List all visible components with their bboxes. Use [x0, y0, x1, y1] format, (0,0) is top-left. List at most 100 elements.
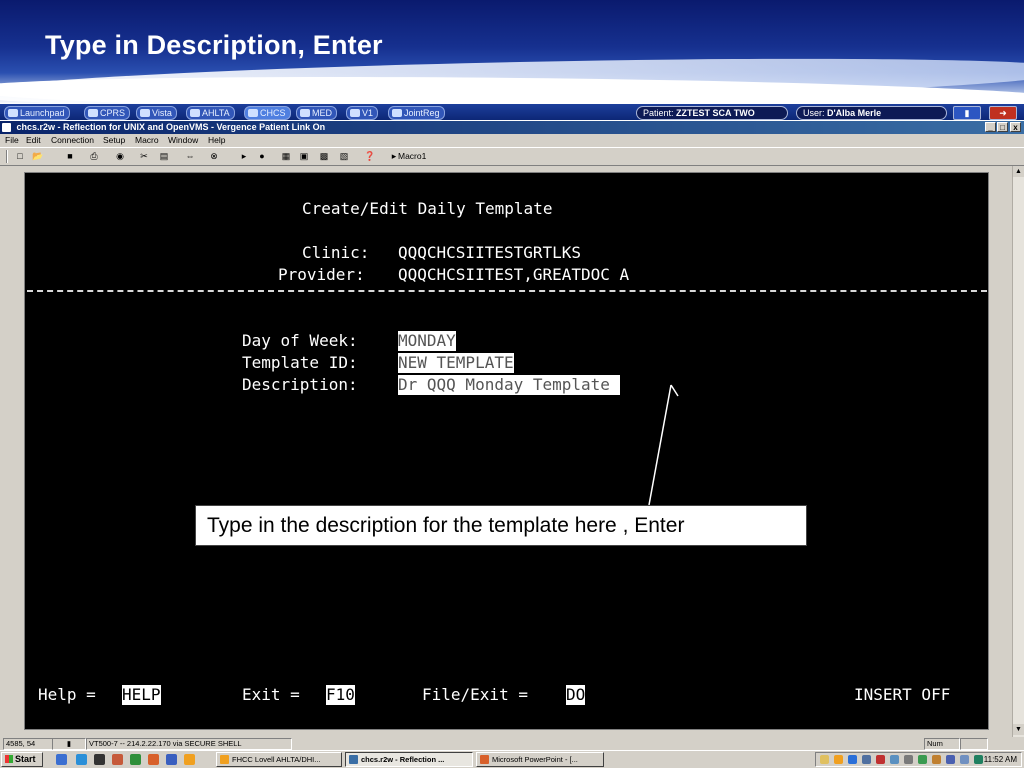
status-bar: 4585, 54 ▮ VT500-7 -- 214.2.22.170 via S…: [0, 737, 1024, 750]
tray-icon[interactable]: [862, 755, 871, 764]
tray-icon[interactable]: [848, 755, 857, 764]
print-icon[interactable]: ⎙: [88, 151, 100, 162]
task-label: chcs.r2w - Reflection ...: [361, 755, 445, 764]
tray-icon[interactable]: [974, 755, 983, 764]
taskbar-item-ahlta[interactable]: FHCC Lovell AHLTA/DHI...: [216, 752, 342, 767]
lock-button[interactable]: ▮: [953, 106, 981, 120]
outlook-icon[interactable]: [184, 754, 195, 765]
med-label: MED: [312, 108, 332, 118]
insert-status: INSERT OFF: [854, 685, 951, 704]
description-field[interactable]: Dr QQQ Monday Template: [398, 375, 620, 395]
cprs-button[interactable]: CPRS: [84, 106, 131, 120]
scroll-down-arrow-icon[interactable]: ▼: [1013, 724, 1024, 735]
setup-color-icon[interactable]: ▧: [338, 151, 350, 162]
menu-setup[interactable]: Setup: [103, 134, 125, 147]
new-icon[interactable]: □: [14, 151, 26, 162]
patient-value: ZZTEST SCA TWO: [676, 108, 755, 118]
excel-icon[interactable]: [130, 754, 141, 765]
find-icon[interactable]: ◉: [114, 151, 126, 162]
tray-icon[interactable]: [946, 755, 955, 764]
open-icon[interactable]: 📂: [32, 151, 44, 162]
menu-window[interactable]: Window: [168, 134, 198, 147]
v1-label: V1: [362, 108, 374, 118]
exit-icon: ➜: [999, 108, 1007, 118]
tray-icon[interactable]: [918, 755, 927, 764]
vista-button[interactable]: Vista: [136, 106, 177, 120]
internet-explorer-icon[interactable]: [76, 754, 87, 765]
tray-icon[interactable]: [890, 755, 899, 764]
system-tray: 11:52 AM: [815, 752, 1022, 767]
day-of-week-field[interactable]: MONDAY: [398, 331, 456, 351]
connect-icon[interactable]: ⇔: [184, 151, 196, 162]
show-desktop-icon[interactable]: [56, 754, 67, 765]
ahlta-icon: [190, 109, 200, 117]
num-lock-indicator: Num: [924, 738, 960, 750]
setup-display-icon[interactable]: ▦: [280, 151, 292, 162]
start-button[interactable]: Start: [1, 752, 43, 767]
macro-name[interactable]: Macro1: [398, 151, 426, 162]
screen-title: Create/Edit Daily Template: [302, 199, 553, 218]
powerpoint-icon[interactable]: [148, 754, 159, 765]
setup-keyboard-icon[interactable]: ▩: [318, 151, 330, 162]
tray-icon[interactable]: [834, 755, 843, 764]
save-icon[interactable]: ■: [64, 151, 76, 162]
menu-edit[interactable]: Edit: [26, 134, 41, 147]
paste-icon[interactable]: ▤: [158, 151, 170, 162]
toolbar-separator: [6, 150, 8, 163]
template-id-field[interactable]: NEW TEMPLATE: [398, 353, 514, 373]
task-label: FHCC Lovell AHLTA/DHI...: [232, 755, 321, 764]
powerpoint-task-icon: [480, 755, 489, 764]
quicklaunch-app-icon[interactable]: [94, 754, 105, 765]
taskbar-item-powerpoint[interactable]: Microsoft PowerPoint - [...: [476, 752, 604, 767]
word-icon[interactable]: [166, 754, 177, 765]
task-label: Microsoft PowerPoint - [...: [492, 755, 578, 764]
exit-key[interactable]: F10: [326, 685, 355, 705]
menu-help[interactable]: Help: [208, 134, 225, 147]
tray-icon[interactable]: [932, 755, 941, 764]
scroll-up-arrow-icon[interactable]: ▲: [1013, 166, 1024, 177]
help-pointer-icon[interactable]: ❓: [364, 151, 376, 162]
user-value: D'Alba Merle: [827, 108, 882, 118]
connection-info: VT500-7 -- 214.2.22.170 via SECURE SHELL: [86, 738, 292, 750]
menu-connection[interactable]: Connection: [51, 134, 94, 147]
window-title-bar: chcs.r2w - Reflection for UNIX and OpenV…: [0, 121, 1024, 134]
patient-indicator[interactable]: Patient: ZZTEST SCA TWO: [636, 106, 788, 120]
ahlta-button[interactable]: AHLTA: [186, 106, 235, 120]
tray-icon[interactable]: [876, 755, 885, 764]
med-icon: [300, 109, 310, 117]
menu-file[interactable]: File: [5, 134, 19, 147]
taskbar-clock[interactable]: 11:52 AM: [984, 753, 1017, 766]
instruction-callout: Type in the description for the template…: [195, 505, 807, 546]
record-macro-icon[interactable]: ●: [256, 151, 268, 162]
cprs-icon: [88, 109, 98, 117]
template-id-label: Template ID:: [242, 353, 358, 372]
quicklaunch-app-icon[interactable]: [112, 754, 123, 765]
windows-logo-icon: [5, 755, 13, 763]
v1-button[interactable]: V1: [346, 106, 379, 120]
chcs-button[interactable]: CHCS: [244, 106, 291, 120]
setup-terminal-icon[interactable]: ▣: [298, 151, 310, 162]
user-indicator[interactable]: User: D'Alba Merle: [796, 106, 947, 120]
maximize-button[interactable]: □: [997, 122, 1008, 132]
provider-value: QQQCHCSIITEST,GREATDOC A: [398, 265, 630, 284]
tray-icon[interactable]: [904, 755, 913, 764]
launchpad-button[interactable]: Launchpad: [4, 106, 70, 120]
terminal-screen[interactable]: Create/Edit Daily Template Clinic: QQQCH…: [24, 172, 989, 730]
separator-line: [27, 290, 987, 294]
help-key[interactable]: HELP: [122, 685, 161, 705]
help-key-label: Help =: [38, 685, 96, 704]
close-button[interactable]: x: [1010, 122, 1021, 132]
play-macro-icon[interactable]: ▸: [238, 151, 250, 162]
file-exit-key[interactable]: DO: [566, 685, 586, 705]
disconnect-icon[interactable]: ⊗: [208, 151, 220, 162]
tray-icon[interactable]: [960, 755, 969, 764]
cut-icon[interactable]: ✂: [138, 151, 150, 162]
med-button[interactable]: MED: [296, 106, 337, 120]
menu-macro[interactable]: Macro: [135, 134, 159, 147]
exit-launchpad-button[interactable]: ➜: [989, 106, 1017, 120]
taskbar-item-reflection[interactable]: chcs.r2w - Reflection ...: [345, 752, 473, 767]
minimize-button[interactable]: _: [985, 122, 996, 132]
jointreg-button[interactable]: JointReg: [388, 106, 445, 120]
vertical-scrollbar[interactable]: ▲ ▼: [1012, 166, 1024, 737]
tray-icon[interactable]: [820, 755, 829, 764]
